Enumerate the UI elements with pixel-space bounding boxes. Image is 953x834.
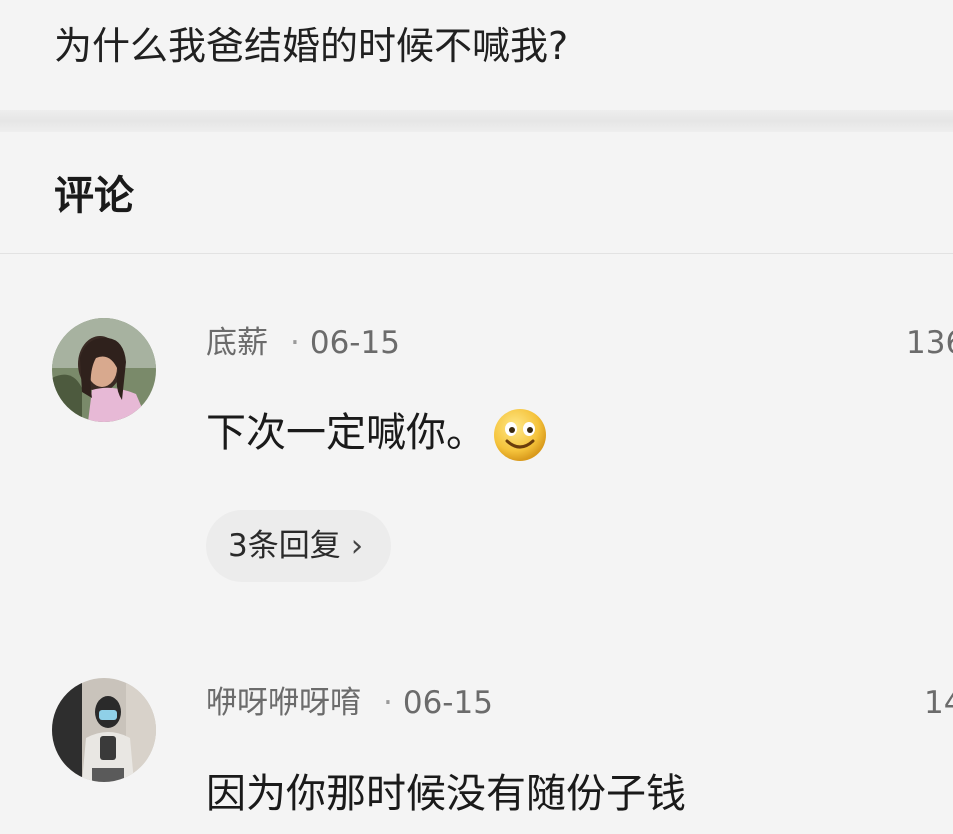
avatar[interactable]	[52, 318, 156, 422]
comment-text: 下次一定喊你。	[206, 405, 548, 463]
like-count[interactable]: 136	[906, 322, 953, 364]
comment-username[interactable]: 咿呀咿呀唷	[206, 685, 361, 721]
comment-date: 06-15	[402, 685, 493, 721]
comment-meta: 底薪 · 06-15	[206, 322, 400, 364]
smiling-face-emoji-icon	[492, 407, 548, 463]
like-count[interactable]: 14	[924, 682, 953, 724]
meta-separator: ·	[383, 685, 393, 721]
comment-date: 06-15	[309, 325, 400, 361]
comment-meta: 咿呀咿呀唷 · 06-15	[206, 682, 493, 724]
comment-body: 因为你那时候没有随份子钱	[206, 771, 686, 817]
comments-heading: 评论	[54, 173, 134, 219]
heading-divider	[0, 253, 953, 254]
comment-body: 下次一定喊你。	[206, 410, 486, 456]
section-divider	[0, 110, 953, 132]
view-replies-button[interactable]: 3条回复 ›	[206, 510, 392, 582]
post-title: 为什么我爸结婚的时候不喊我?	[54, 24, 569, 68]
replies-label: 3条回复	[228, 528, 341, 564]
avatar[interactable]	[52, 678, 156, 782]
meta-separator: ·	[290, 325, 300, 361]
chevron-right-icon: ›	[350, 528, 364, 564]
comment-username[interactable]: 底薪	[206, 325, 268, 361]
comment-text: 因为你那时候没有随份子钱	[206, 766, 686, 822]
